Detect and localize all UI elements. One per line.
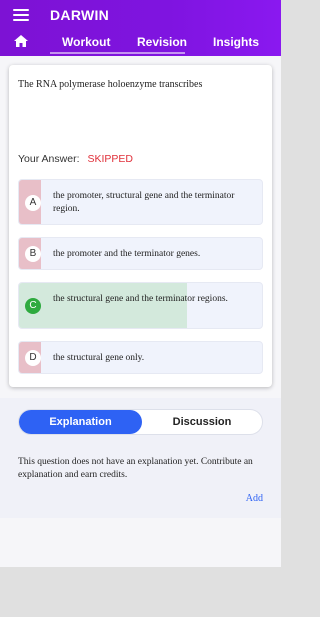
tab-indicator [50, 52, 185, 54]
option-d[interactable]: D the structural gene only. [18, 341, 263, 374]
tab-bar: Workout Revision Insights [0, 30, 281, 56]
option-b[interactable]: B the promoter and the terminator genes. [18, 237, 263, 270]
your-answer-row: Your Answer: SKIPPED [18, 153, 133, 165]
option-c[interactable]: C the structural gene and the terminator… [18, 282, 263, 329]
tab-workout[interactable]: Workout [62, 35, 110, 49]
your-answer-label: Your Answer: [18, 153, 80, 165]
explanation-tab[interactable]: Explanation [19, 410, 142, 434]
answer-status: SKIPPED [87, 153, 134, 165]
explanation-text: This question does not have an explanati… [18, 457, 253, 480]
explanation-discussion-toggle: Explanation Discussion [18, 409, 263, 435]
question-card: The RNA polymerase holoenzyme transcribe… [9, 65, 272, 387]
tab-insights[interactable]: Insights [213, 35, 259, 49]
add-explanation-link[interactable]: Add [246, 493, 263, 504]
app-screen: DARWIN Workout Revision Insights The RNA… [0, 0, 281, 567]
option-letter: B [25, 246, 41, 262]
app-title: DARWIN [50, 7, 110, 23]
option-a[interactable]: A the promoter, structural gene and the … [18, 179, 263, 225]
hamburger-menu-icon[interactable] [13, 9, 29, 22]
option-letter: D [25, 350, 41, 366]
option-text: the promoter and the terminator genes. [53, 249, 201, 259]
option-text: the structural gene only. [53, 353, 145, 363]
question-text: The RNA polymerase holoenzyme transcribe… [18, 79, 203, 90]
top-app-bar: DARWIN Workout Revision Insights [0, 0, 281, 56]
explanation-panel: Explanation Discussion This question doe… [0, 398, 281, 518]
tab-revision[interactable]: Revision [137, 35, 187, 49]
option-letter: C [25, 298, 41, 314]
home-icon[interactable] [13, 34, 29, 48]
option-letter: A [25, 195, 41, 211]
option-text: the structural gene and the terminator r… [53, 294, 228, 304]
discussion-tab[interactable]: Discussion [142, 410, 262, 434]
option-text: the promoter, structural gene and the te… [53, 191, 235, 214]
